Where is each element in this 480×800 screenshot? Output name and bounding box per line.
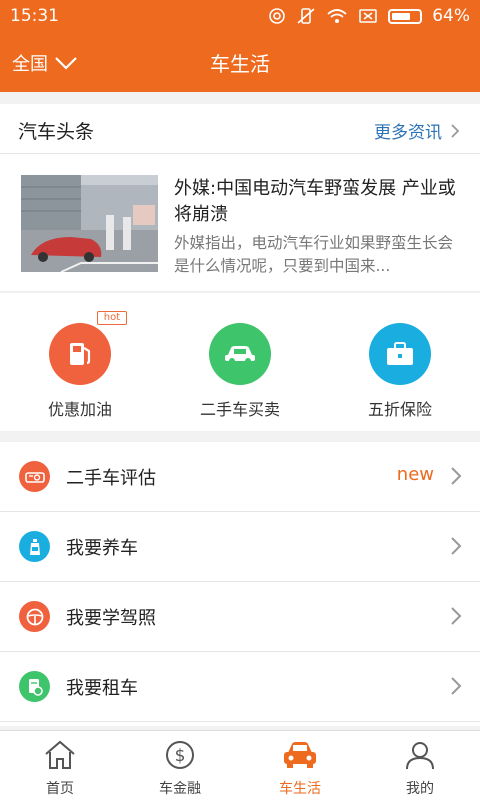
nav-bar: 全国 车生活 bbox=[0, 32, 480, 92]
feature-list: 二手车评估 new 我要养车 我要学驾照 我要租车 bbox=[0, 442, 480, 726]
status-bar: 15:31 64% bbox=[0, 0, 480, 32]
rental-icon bbox=[19, 671, 50, 702]
status-icons: 64% bbox=[268, 6, 470, 26]
article-title: 外媒:中国电动汽车野蛮发展 产业或将崩溃 bbox=[174, 178, 456, 225]
dollar-icon: $ bbox=[166, 741, 194, 769]
user-icon bbox=[406, 742, 434, 770]
service-label: 二手车买卖 bbox=[199, 400, 280, 419]
sync-icon bbox=[269, 8, 286, 24]
tab-label: 我的 bbox=[406, 781, 434, 797]
bottom-tab-bar: 首页 $ 车金融 车生活 我的 bbox=[0, 730, 480, 800]
list-item-label: 二手车评估 bbox=[66, 468, 156, 489]
car-icon bbox=[209, 323, 271, 385]
tab-label: 车金融 bbox=[159, 781, 201, 797]
tab-label: 首页 bbox=[46, 781, 74, 797]
car-appraisal-icon bbox=[19, 461, 50, 492]
more-news-label: 更多资讯 bbox=[374, 123, 442, 143]
tab-home[interactable]: 首页 bbox=[0, 731, 120, 800]
chevron-right-icon bbox=[451, 537, 462, 555]
chevron-right-icon bbox=[451, 123, 460, 138]
list-item-car-maintenance[interactable]: 我要养车 bbox=[0, 512, 480, 582]
tab-car-life[interactable]: 车生活 bbox=[240, 731, 360, 800]
status-time: 15:31 bbox=[10, 6, 59, 26]
list-item-car-appraisal[interactable]: 二手车评估 new bbox=[0, 442, 480, 512]
tab-label: 车生活 bbox=[279, 781, 321, 797]
wifi-icon bbox=[327, 9, 347, 23]
chevron-right-icon bbox=[451, 677, 462, 695]
list-item-label: 我要养车 bbox=[66, 538, 138, 559]
article-thumbnail bbox=[21, 175, 158, 272]
news-section-title: 汽车头条 bbox=[18, 121, 95, 143]
svg-text:$: $ bbox=[175, 746, 186, 766]
tab-mine[interactable]: 我的 bbox=[360, 731, 480, 800]
news-article[interactable]: 外媒:中国电动汽车野蛮发展 产业或将崩溃 外媒指出，电动汽车行业如果野蛮生长会是… bbox=[0, 154, 480, 292]
battery-icon bbox=[388, 8, 423, 24]
vibrate-off-icon bbox=[297, 8, 315, 24]
chevron-right-icon bbox=[451, 467, 462, 485]
service-fuel-discount[interactable]: 优惠加油 bbox=[0, 323, 160, 420]
sim-off-icon bbox=[359, 9, 378, 23]
tab-car-finance[interactable]: $ 车金融 bbox=[120, 731, 240, 800]
more-news-link[interactable]: 更多资讯 bbox=[374, 118, 460, 143]
battery-percent: 64% bbox=[432, 6, 470, 26]
page-title: 车生活 bbox=[210, 52, 270, 76]
service-insurance[interactable]: 五折保险 bbox=[320, 323, 480, 420]
list-item-label: 我要学驾照 bbox=[66, 608, 156, 629]
article-summary: 外媒指出，电动汽车行业如果野蛮生长会是什么情况呢，只要到中国来... bbox=[174, 234, 454, 275]
car-front-icon bbox=[284, 742, 316, 768]
home-icon bbox=[45, 740, 75, 769]
steering-wheel-icon bbox=[19, 601, 50, 632]
fuel-pump-icon bbox=[49, 323, 111, 385]
briefcase-icon bbox=[369, 323, 431, 385]
service-label: 优惠加油 bbox=[47, 400, 112, 419]
news-header: 汽车头条 更多资讯 bbox=[0, 104, 480, 154]
list-item-car-rental[interactable]: 我要租车 bbox=[0, 652, 480, 722]
list-item-label: 我要租车 bbox=[66, 678, 138, 699]
services-panel: hot 优惠加油 二手车买卖 五折保险 bbox=[0, 293, 480, 431]
chevron-right-icon bbox=[451, 607, 462, 625]
list-item-driving-license[interactable]: 我要学驾照 bbox=[0, 582, 480, 652]
service-used-car-trade[interactable]: 二手车买卖 bbox=[160, 323, 320, 420]
service-label: 五折保险 bbox=[367, 400, 432, 419]
oil-bottle-icon bbox=[19, 531, 50, 562]
new-badge: new bbox=[396, 464, 434, 485]
